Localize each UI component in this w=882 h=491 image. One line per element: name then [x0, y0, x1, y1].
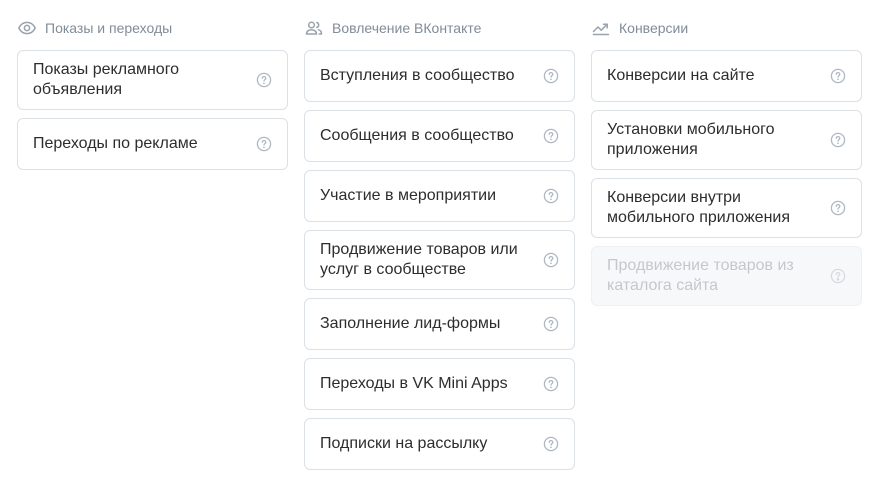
goal-card-lead-form[interactable]: Заполнение лид-формы [304, 298, 575, 350]
help-circle-icon [830, 268, 846, 284]
goal-label: Сообщения в сообщество [320, 127, 514, 144]
help-circle-icon[interactable] [256, 72, 272, 88]
help-circle-icon[interactable] [543, 252, 559, 268]
goal-label: Участие в мероприятии [320, 187, 497, 204]
goal-card-ad-impressions[interactable]: Показы рекламного объявления [17, 50, 288, 110]
goal-card-community-messages[interactable]: Сообщения в сообщество [304, 110, 575, 162]
trending-up-icon [591, 18, 611, 38]
goal-label: Конверсии внутри мобильного приложения [607, 189, 791, 226]
help-circle-icon[interactable] [830, 132, 846, 148]
column-header: Показы и переходы [17, 18, 172, 38]
goal-label: Переходы по рекламе [33, 135, 198, 152]
help-circle-icon[interactable] [543, 68, 559, 84]
goal-label: Переходы в VK Mini Apps [320, 375, 508, 392]
help-circle-icon[interactable] [256, 136, 272, 152]
goal-label: Конверсии на сайте [607, 67, 755, 84]
column-header: Вовлечение ВКонтакте [304, 18, 481, 38]
goal-label: Показы рекламного объявления [33, 61, 180, 98]
help-circle-icon[interactable] [543, 436, 559, 452]
users-icon [304, 18, 324, 38]
goal-card-ad-clicks[interactable]: Переходы по рекламе [17, 118, 288, 170]
column-title: Вовлечение ВКонтакте [332, 20, 482, 36]
goal-card-newsletter-subscriptions[interactable]: Подписки на рассылку [304, 418, 575, 470]
goal-card-in-app-conversions[interactable]: Конверсии внутри мобильного приложения [591, 178, 862, 238]
column-title: Конверсии [619, 20, 689, 36]
goal-label: Продвижение товаров или услуг в сообщест… [320, 241, 518, 278]
goal-card-vk-mini-apps[interactable]: Переходы в VK Mini Apps [304, 358, 575, 410]
help-circle-icon[interactable] [543, 128, 559, 144]
help-circle-icon[interactable] [543, 376, 559, 392]
goal-card-community-joins[interactable]: Вступления в сообщество [304, 50, 575, 102]
help-circle-icon[interactable] [830, 68, 846, 84]
column-header: Конверсии [591, 18, 688, 38]
help-circle-icon[interactable] [543, 188, 559, 204]
goal-card-community-products[interactable]: Продвижение товаров или услуг в сообщест… [304, 230, 575, 290]
help-circle-icon[interactable] [830, 200, 846, 216]
goal-card-event-participation[interactable]: Участие в мероприятии [304, 170, 575, 222]
goal-card-catalog-products: Продвижение товаров из каталога сайта [591, 246, 862, 306]
goal-card-app-installs[interactable]: Установки мобильного приложения [591, 110, 862, 170]
goal-label: Вступления в сообщество [320, 67, 515, 84]
help-circle-icon[interactable] [543, 316, 559, 332]
goal-label: Продвижение товаров из каталога сайта [607, 257, 794, 294]
eye-icon [17, 18, 37, 38]
column-title: Показы и переходы [45, 20, 173, 36]
goal-label: Подписки на рассылку [320, 435, 488, 452]
goal-label: Установки мобильного приложения [607, 121, 775, 158]
goal-card-site-conversions[interactable]: Конверсии на сайте [591, 50, 862, 102]
goal-label: Заполнение лид-формы [320, 315, 501, 332]
